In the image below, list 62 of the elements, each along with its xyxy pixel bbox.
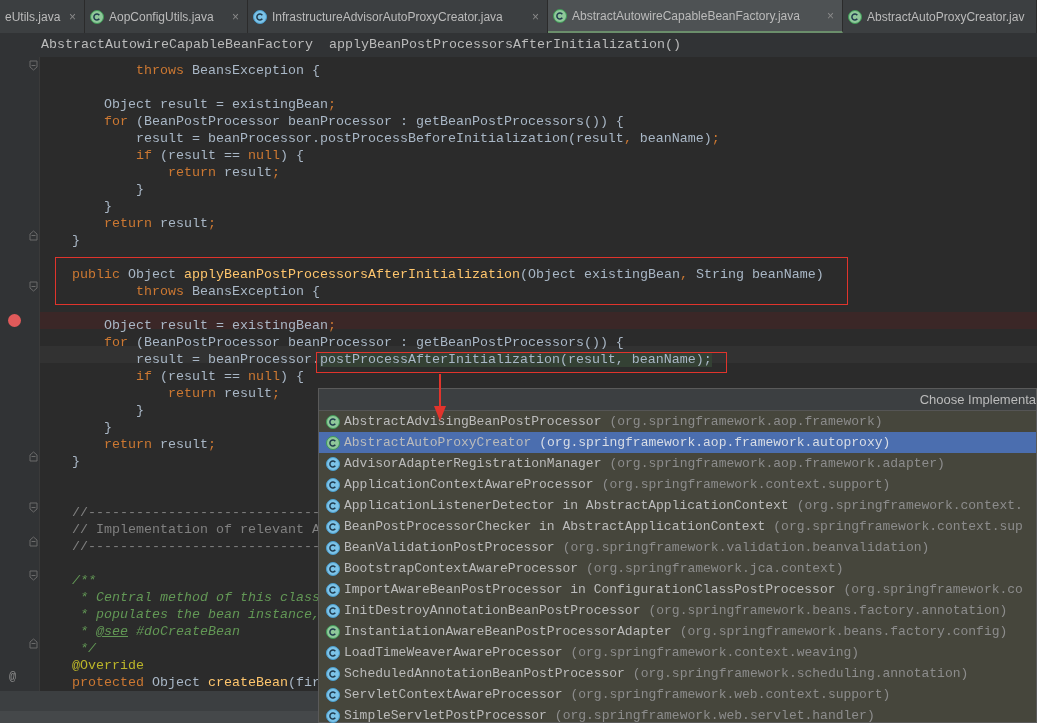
code-line: } xyxy=(71,454,80,469)
code-line: result = beanProcessor.postProcessAfterInitialization(result, beanName); xyxy=(134,352,712,367)
breadcrumb[interactable]: applyBeanPostProcessorsAfterInitialization() xyxy=(328,35,681,55)
fold-open-icon[interactable] xyxy=(29,60,38,71)
code-line: return result; xyxy=(103,216,216,231)
implementation-item[interactable]: BeanPostProcessorChecker in AbstractApplicationContext (org.springframework.context.sup xyxy=(319,516,1036,537)
close-icon[interactable]: × xyxy=(532,7,542,26)
implementation-item[interactable]: AdvisorAdapterRegistrationManager (org.springframework.aop.framework.adapter) xyxy=(319,453,1036,474)
fold-open-icon[interactable] xyxy=(29,502,38,513)
close-icon[interactable]: × xyxy=(232,7,242,26)
code-line: Object result = existingBean; xyxy=(103,318,336,333)
fold-close-icon[interactable] xyxy=(29,638,38,649)
code-line: Object result = existingBean; xyxy=(103,97,336,112)
implementation-item[interactable]: ApplicationContextAwareProcessor (org.springframework.context.support) xyxy=(319,474,1036,495)
code-line: throws BeansException { xyxy=(134,63,320,78)
code-line: result = beanProcessor.postProcessBeforeInitialization(result, beanName); xyxy=(134,131,720,146)
code-line: protected Object createBean(fir xyxy=(71,675,320,690)
code-line: if (result == null) { xyxy=(134,148,304,163)
override-marker[interactable]: @ xyxy=(9,669,17,686)
implementation-item[interactable]: ScheduledAnnotationBeanPostProcessor (org.springframework.scheduling.annotation) xyxy=(319,663,1036,684)
fold-close-icon[interactable] xyxy=(29,536,38,547)
code-line: //----------------------------- xyxy=(71,505,320,520)
code-line: public Object applyBeanPostProcessorsAfterInitialization(Object existingBean, String beanName) xyxy=(71,267,824,282)
implementation-item[interactable]: ImportAwareBeanPostProcessor in ConfigurationClassPostProcessor (org.springframework.co xyxy=(319,579,1036,600)
code-line: * @see #doCreateBean xyxy=(79,624,240,639)
code-line: /** xyxy=(71,573,96,588)
code-line: } xyxy=(134,403,144,418)
implementation-item[interactable]: BeanValidationPostProcessor (org.springframework.validation.beanvalidation) xyxy=(319,537,1036,558)
code-line: } xyxy=(103,199,112,214)
code-line: } xyxy=(134,182,144,197)
implementation-item[interactable]: ApplicationListenerDetector in AbstractApplicationContext (org.springframework.context. xyxy=(319,495,1036,516)
code-line: return result; xyxy=(166,165,280,180)
code-line: } xyxy=(71,233,80,248)
implementation-item[interactable]: InitDestroyAnnotationBeanPostProcessor (org.springframework.beans.factory.annotation) xyxy=(319,600,1036,621)
code-line: @Override xyxy=(71,658,144,673)
implementation-item[interactable]: InstantiationAwareBeanPostProcessorAdapter (org.springframework.beans.factory.config) xyxy=(319,621,1036,642)
code-line: for (BeanPostProcessor beanProcessor : getBeanPostProcessors()) { xyxy=(103,114,624,129)
implementation-item[interactable]: ServletContextAwareProcessor (org.springframework.web.context.support) xyxy=(319,684,1036,705)
implementation-item[interactable]: AbstractAutoProxyCreator (org.springframework.aop.framework.autoproxy) xyxy=(319,432,1036,453)
popup-title: Choose Implementa xyxy=(919,390,1036,409)
code-line: return result; xyxy=(103,437,216,452)
editor-tab[interactable]: AbstractAutowireCapableBeanFactory.java × xyxy=(548,0,843,33)
implementation-item[interactable]: SimpleServletPostProcessor (org.springframework.web.servlet.handler) xyxy=(319,705,1036,723)
fold-open-icon[interactable] xyxy=(29,281,38,292)
breakpoint-icon[interactable] xyxy=(8,314,21,327)
code-line: if (result == null) { xyxy=(134,369,304,384)
implementation-item[interactable]: AbstractAdvisingBeanPostProcessor (org.springframework.aop.framework) xyxy=(319,411,1036,432)
close-icon[interactable]: × xyxy=(69,7,79,26)
implementation-item[interactable]: LoadTimeWeaverAwareProcessor (org.springframework.context.weaving) xyxy=(319,642,1036,663)
fold-open-icon[interactable] xyxy=(29,570,38,581)
breadcrumb[interactable]: AbstractAutowireCapableBeanFactory xyxy=(41,35,313,55)
code-line: * Central method of this class xyxy=(79,590,320,605)
code-line: */ xyxy=(79,641,96,656)
code-line: return result; xyxy=(166,386,280,401)
code-line: for (BeanPostProcessor beanProcessor : getBeanPostProcessors()) { xyxy=(103,335,624,350)
code-line: //----------------------------- xyxy=(71,539,320,554)
code-line: * populates the bean instance, xyxy=(79,607,320,622)
implementation-item[interactable]: BootstrapContextAwareProcessor (org.springframework.jca.context) xyxy=(319,558,1036,579)
fold-close-icon[interactable] xyxy=(29,451,38,462)
code-line: } xyxy=(103,420,112,435)
fold-close-icon[interactable] xyxy=(29,230,38,241)
code-line: throws BeansException { xyxy=(134,284,320,299)
